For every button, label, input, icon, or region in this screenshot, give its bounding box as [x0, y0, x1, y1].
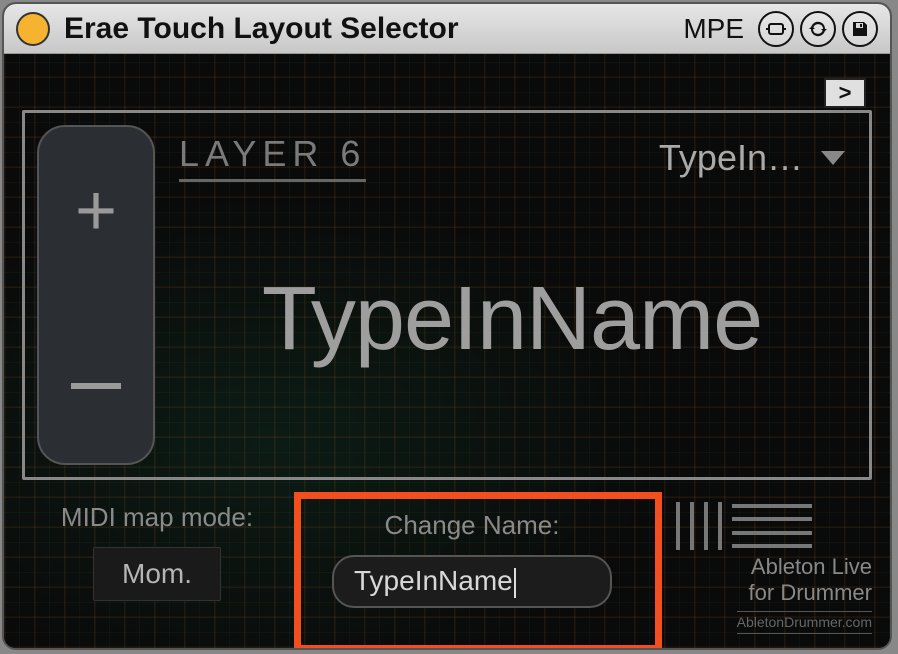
- text-caret: [514, 568, 516, 598]
- midi-map-label: MIDI map mode:: [22, 502, 292, 533]
- expand-view-icon[interactable]: [758, 11, 794, 47]
- change-name-label: Change Name:: [325, 510, 619, 541]
- name-input[interactable]: TypeInName: [332, 555, 612, 608]
- titlebar: Erae Touch Layout Selector MPE: [4, 4, 890, 54]
- mpe-label: MPE: [683, 13, 744, 45]
- device-title: Erae Touch Layout Selector: [64, 12, 683, 46]
- chevron-down-icon: [821, 151, 845, 165]
- refresh-icon[interactable]: [800, 11, 836, 47]
- layout-name-display: TypeInName: [179, 182, 845, 457]
- top-row: LAYER 6 TypeIn…: [179, 133, 845, 182]
- branding: Ableton Live for Drummer AbletonDrummer.…: [652, 502, 872, 634]
- change-name-section: Change Name: TypeInName: [307, 502, 637, 626]
- midi-map-section: MIDI map mode: Mom.: [22, 502, 292, 601]
- main-frame: + – LAYER 6 TypeIn… TypeInName: [22, 110, 872, 480]
- device-window: Erae Touch Layout Selector MPE > + –: [2, 2, 892, 650]
- layer-increment-button[interactable]: +: [39, 127, 153, 295]
- name-input-value: TypeInName: [354, 565, 513, 596]
- ableton-logo-icon: [652, 502, 872, 550]
- dropdown-value: TypeIn…: [659, 137, 803, 179]
- main-content: LAYER 6 TypeIn… TypeInName: [155, 113, 869, 477]
- layout-dropdown[interactable]: TypeIn…: [659, 137, 845, 179]
- midi-map-mode-button[interactable]: Mom.: [93, 547, 221, 601]
- layer-decrement-button[interactable]: –: [39, 295, 153, 463]
- device-body: > + – LAYER 6 TypeIn… TypeInN: [4, 54, 890, 648]
- brand-line-2: for Drummer: [652, 580, 872, 606]
- brand-line-1: Ableton Live: [652, 554, 872, 580]
- plus-icon: +: [75, 170, 117, 252]
- device-active-indicator[interactable]: [16, 12, 50, 46]
- layer-label: LAYER 6: [179, 133, 366, 182]
- panel-expand-button[interactable]: >: [824, 78, 866, 108]
- layer-stepper: + –: [37, 125, 155, 465]
- brand-url: AbletonDrummer.com: [737, 611, 872, 634]
- save-icon[interactable]: [842, 11, 878, 47]
- bottom-row: MIDI map mode: Mom. Change Name: TypeInN…: [22, 502, 872, 634]
- chevron-right-icon: >: [839, 80, 852, 106]
